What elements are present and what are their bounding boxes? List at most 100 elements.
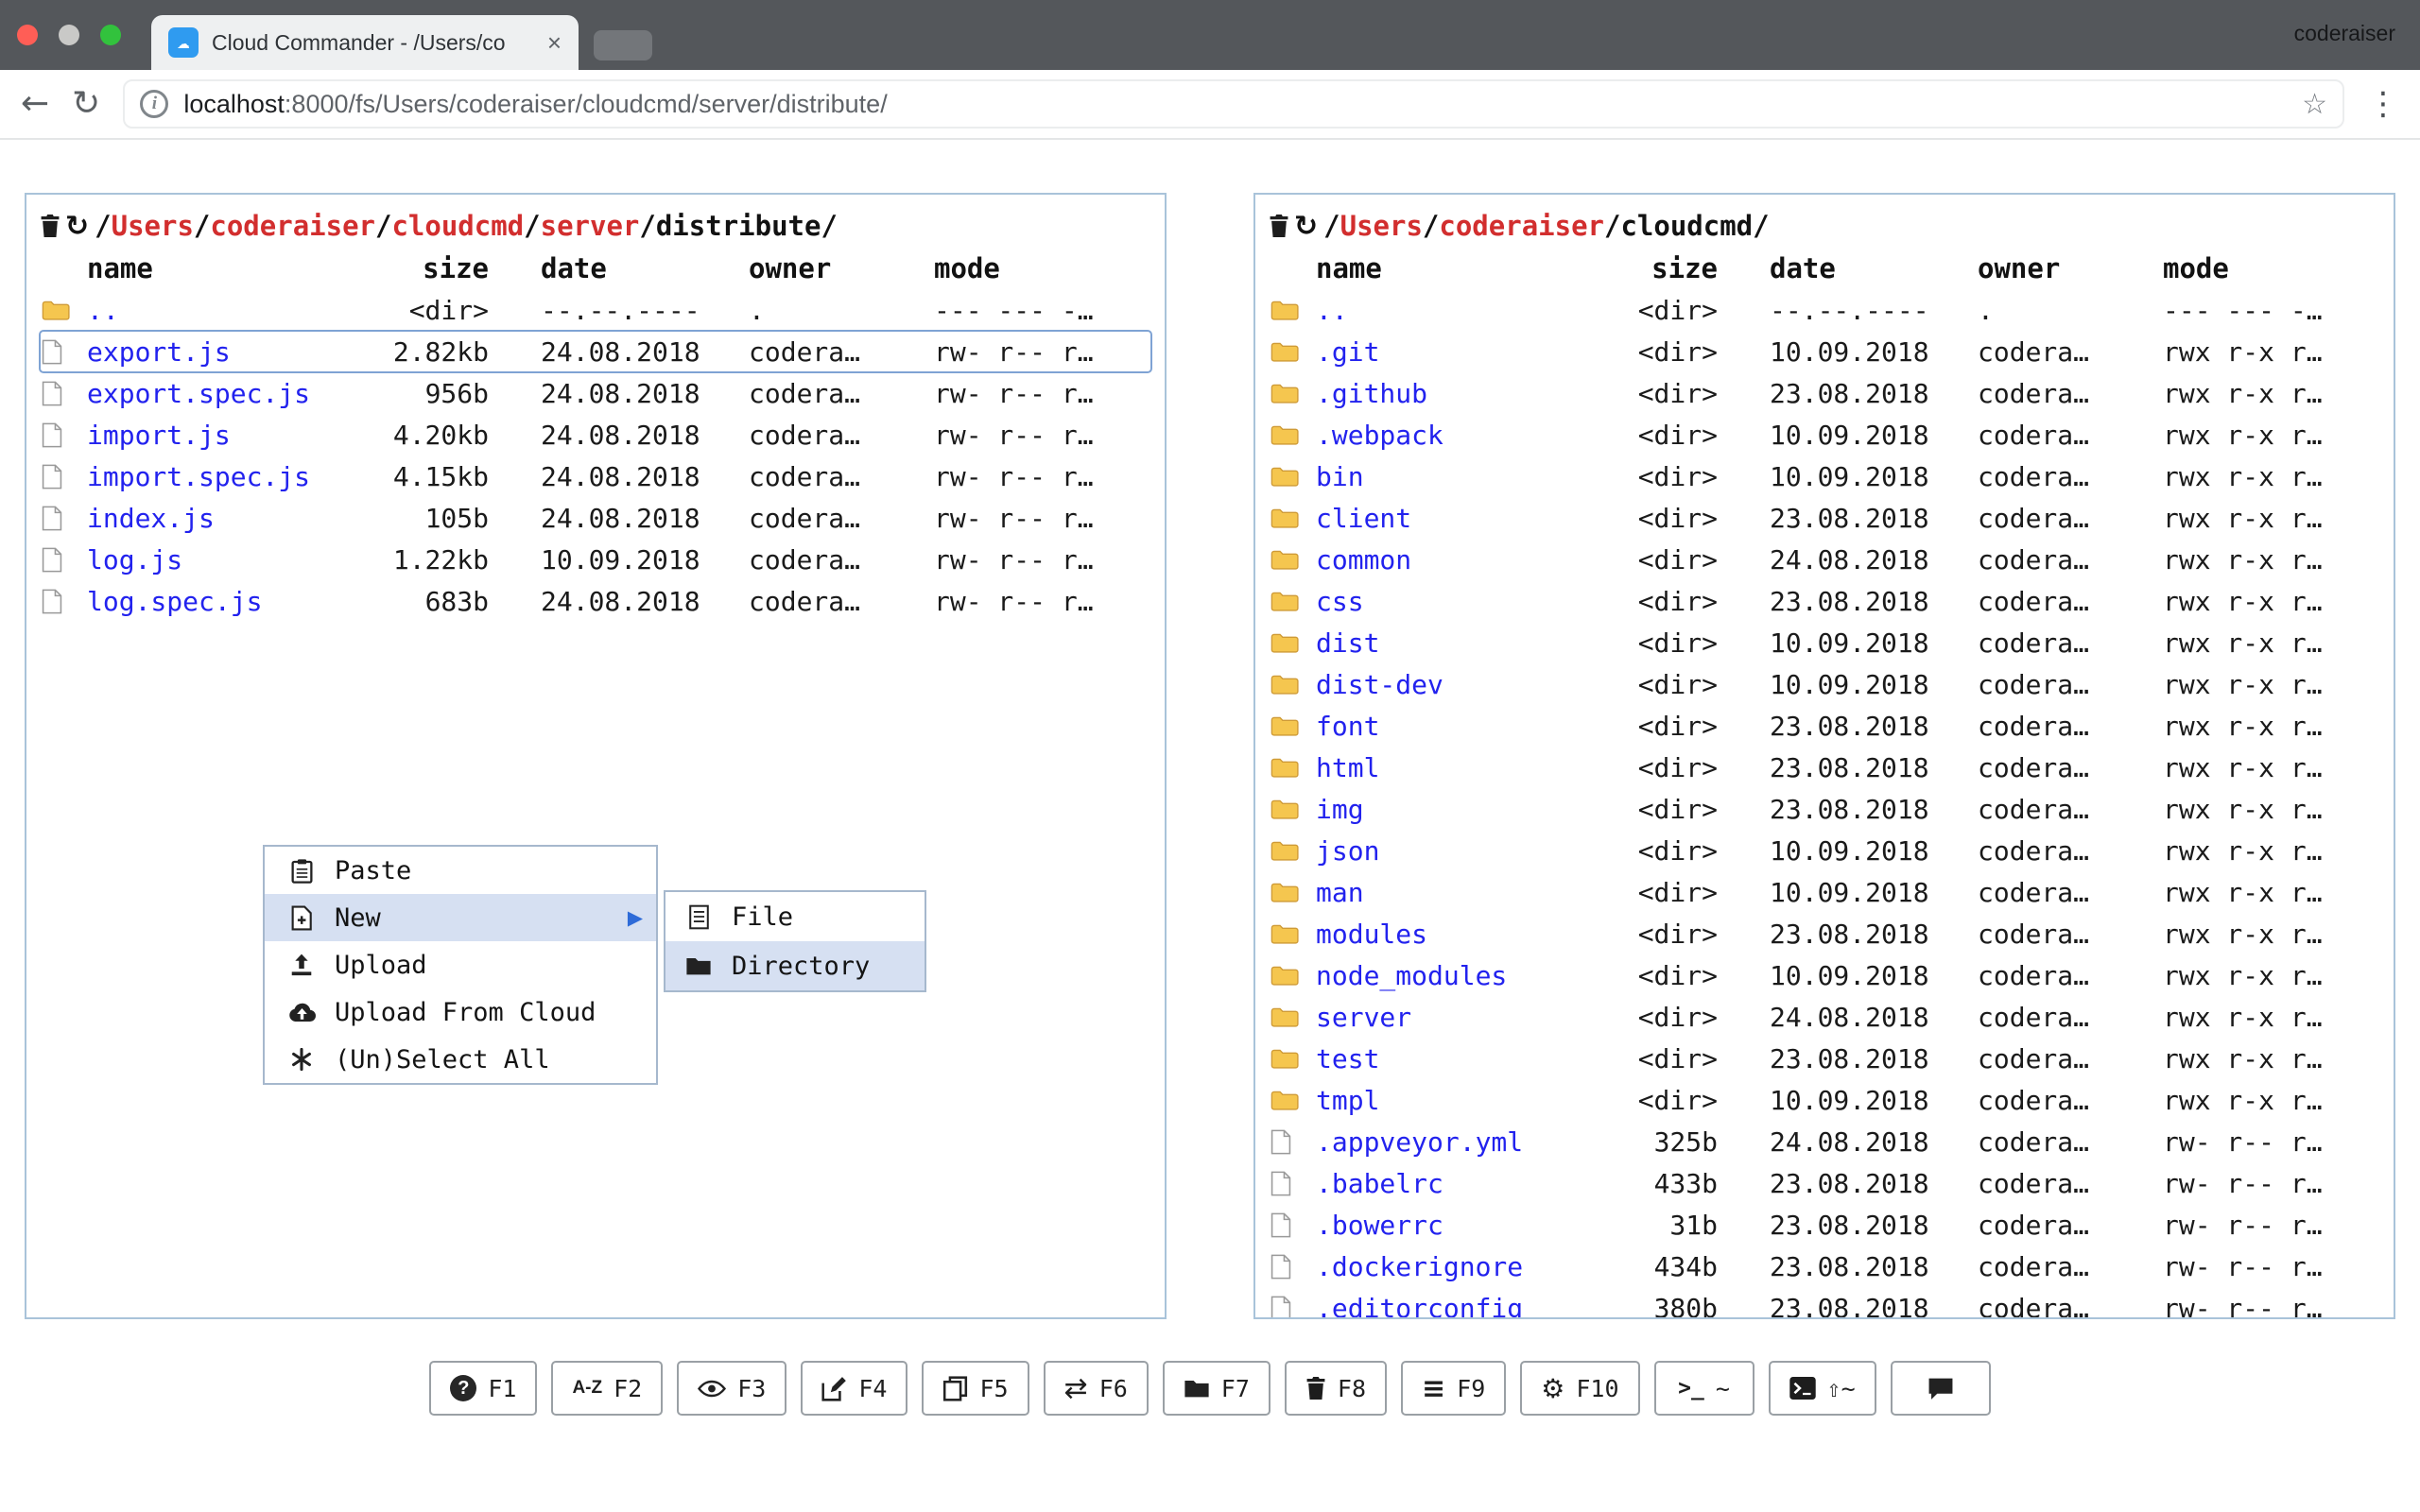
menu-item-upload[interactable]: Upload	[265, 941, 656, 988]
info-icon[interactable]: i	[140, 90, 168, 118]
file-row-dist-dev[interactable]: dist-dev<dir>10.09.2018codera…rwx r-x r…	[1269, 663, 2380, 705]
inactive-tab[interactable]	[594, 30, 652, 60]
file-row-tmpl[interactable]: tmpl<dir>10.09.2018codera…rwx r-x r…	[1269, 1079, 2380, 1121]
column-header-size[interactable]: size	[323, 252, 489, 284]
file-row-bowerrc[interactable]: .bowerrc31b23.08.2018codera…rw- r-- r…	[1269, 1204, 2380, 1246]
file-row-log-js[interactable]: log.js1.22kb10.09.2018codera…rw- r-- r…	[40, 539, 1151, 580]
submenu-item-directory[interactable]: Directory	[666, 941, 925, 990]
file-row-github[interactable]: .github<dir>23.08.2018codera…rwx r-x r…	[1269, 372, 2380, 414]
file-row-server[interactable]: server<dir>24.08.2018codera…rwx r-x r…	[1269, 996, 2380, 1038]
file-row-dockerignore[interactable]: .dockerignore434b23.08.2018codera…rw- r-…	[1269, 1246, 2380, 1287]
profile-name[interactable]: coderaiser	[2294, 21, 2395, 46]
column-header-name[interactable]: name	[87, 252, 323, 284]
tab-close-icon[interactable]: ×	[547, 28, 562, 58]
file-row-dist[interactable]: dist<dir>10.09.2018codera…rwx r-x r…	[1269, 622, 2380, 663]
copy-f5-button[interactable]: F5	[922, 1361, 1028, 1416]
file-size: 105b	[323, 503, 489, 534]
column-header-mode[interactable]: mode	[2163, 252, 2380, 284]
file-row-bin[interactable]: bin<dir>10.09.2018codera…rwx r-x r…	[1269, 455, 2380, 497]
terminal-button[interactable]: >_~	[1654, 1361, 1754, 1416]
file-row-babelrc[interactable]: .babelrc433b23.08.2018codera…rw- r-- r…	[1269, 1162, 2380, 1204]
path-segment-link[interactable]: coderaiser	[1439, 210, 1604, 242]
edit-pencil-icon	[821, 1376, 847, 1401]
active-tab[interactable]: ☁ Cloud Commander - /Users/co ×	[151, 15, 579, 70]
window-close-button[interactable]	[17, 25, 38, 45]
file-row-common[interactable]: common<dir>24.08.2018codera…rwx r-x r…	[1269, 539, 2380, 580]
address-bar[interactable]: i localhost:8000/fs/Users/coderaiser/clo…	[123, 79, 2344, 129]
file-row-index-js[interactable]: index.js105b24.08.2018codera…rw- r-- r…	[40, 497, 1151, 539]
breadcrumb-left: ↻ /Users/coderaiser/cloudcmd/server/dist…	[40, 204, 1151, 248]
menu-item-upload-from-cloud[interactable]: Upload From Cloud	[265, 988, 656, 1036]
delete-f8-button[interactable]: F8	[1285, 1361, 1387, 1416]
file-row-export-spec-js[interactable]: export.spec.js956b24.08.2018codera…rw- r…	[40, 372, 1151, 414]
refresh-icon[interactable]: ↻	[65, 210, 89, 243]
file-row-html[interactable]: html<dir>23.08.2018codera…rwx r-x r…	[1269, 747, 2380, 788]
file-row-git[interactable]: .git<dir>10.09.2018codera…rwx r-x r…	[1269, 331, 2380, 372]
file-row-test[interactable]: test<dir>23.08.2018codera…rwx r-x r…	[1269, 1038, 2380, 1079]
file-row-json[interactable]: json<dir>10.09.2018codera…rwx r-x r…	[1269, 830, 2380, 871]
browser-menu-icon[interactable]: ⋮	[2367, 85, 2399, 123]
file-date: 10.09.2018	[1770, 461, 1978, 492]
column-header-size[interactable]: size	[1552, 252, 1718, 284]
file-date: 23.08.2018	[1770, 1043, 1978, 1074]
back-icon[interactable]: ←	[21, 87, 49, 121]
file-date: 24.08.2018	[541, 378, 749, 409]
file-date: 24.08.2018	[1770, 1126, 1978, 1158]
file-row-editorconfig[interactable]: .editorconfig380b23.08.2018codera…rw- r-…	[1269, 1287, 2380, 1319]
file-row-node-modules[interactable]: node_modules<dir>10.09.2018codera…rwx r-…	[1269, 954, 2380, 996]
menu-f9-button[interactable]: ≡F9	[1401, 1361, 1506, 1416]
new-dir-f7-button[interactable]: F7	[1163, 1361, 1270, 1416]
button-label: F4	[858, 1375, 887, 1402]
file-size: <dir>	[323, 295, 489, 326]
path-segment-link[interactable]: Users	[1340, 210, 1423, 242]
file-row-export-js[interactable]: export.js2.82kb24.08.2018codera…rw- r-- …	[40, 331, 1151, 372]
submenu-item-file[interactable]: File	[666, 892, 925, 941]
window-zoom-button[interactable]	[100, 25, 121, 45]
column-header-mode[interactable]: mode	[934, 252, 1151, 284]
file-row-up[interactable]: ..<dir>--.--.----.--- --- -…	[1269, 289, 2380, 331]
path-segment-link[interactable]: cloudcmd	[391, 210, 524, 242]
file-row-import-js[interactable]: import.js4.20kb24.08.2018codera…rw- r-- …	[40, 414, 1151, 455]
file-row-webpack[interactable]: .webpack<dir>10.09.2018codera…rwx r-x r…	[1269, 414, 2380, 455]
bookmark-star-icon[interactable]: ☆	[2302, 88, 2327, 121]
file-icon	[40, 422, 62, 448]
file-row-client[interactable]: client<dir>23.08.2018codera…rwx r-x r…	[1269, 497, 2380, 539]
file-row-img[interactable]: img<dir>23.08.2018codera…rwx r-x r…	[1269, 788, 2380, 830]
file-row-import-spec-js[interactable]: import.spec.js4.15kb24.08.2018codera…rw-…	[40, 455, 1151, 497]
file-row-up[interactable]: ..<dir>--.--.----.--- --- -…	[40, 289, 1151, 331]
file-name: node_modules	[1316, 960, 1552, 991]
file-row-appveyor-yml[interactable]: .appveyor.yml325b24.08.2018codera…rw- r-…	[1269, 1121, 2380, 1162]
file-size: <dir>	[1552, 1002, 1718, 1033]
reload-icon[interactable]: ↻	[72, 87, 100, 121]
file-name: server	[1316, 1002, 1552, 1033]
move-f6-button[interactable]: ⇄F6	[1044, 1361, 1149, 1416]
config-f10-button[interactable]: ⚙F10	[1520, 1361, 1639, 1416]
path-segment-link[interactable]: Users	[112, 210, 194, 242]
edit-f4-button[interactable]: F4	[801, 1361, 908, 1416]
file-row-modules[interactable]: modules<dir>23.08.2018codera…rwx r-x r…	[1269, 913, 2380, 954]
console-button[interactable]: ⇧~	[1769, 1361, 1876, 1416]
help-f1-button[interactable]: ?F1	[429, 1361, 537, 1416]
trash-icon[interactable]	[1269, 214, 1289, 238]
window-minimize-button[interactable]	[59, 25, 79, 45]
file-row-log-spec-js[interactable]: log.spec.js683b24.08.2018codera…rw- r-- …	[40, 580, 1151, 622]
chat-button[interactable]	[1891, 1361, 1991, 1416]
file-row-man[interactable]: man<dir>10.09.2018codera…rwx r-x r…	[1269, 871, 2380, 913]
menu-item-paste[interactable]: Paste	[265, 847, 656, 894]
column-header-date[interactable]: date	[1770, 252, 1978, 284]
column-header-owner[interactable]: owner	[1978, 252, 2163, 284]
menu-item-new[interactable]: New▶	[265, 894, 656, 941]
file-owner: codera…	[1978, 960, 2163, 991]
refresh-icon[interactable]: ↻	[1294, 210, 1318, 243]
file-row-font[interactable]: font<dir>23.08.2018codera…rwx r-x r…	[1269, 705, 2380, 747]
path-segment-link[interactable]: server	[541, 210, 640, 242]
trash-icon[interactable]	[40, 214, 60, 238]
column-header-date[interactable]: date	[541, 252, 749, 284]
column-header-name[interactable]: name	[1316, 252, 1552, 284]
view-f3-button[interactable]: F3	[677, 1361, 786, 1416]
menu-item-un-select-all[interactable]: (Un)Select All	[265, 1036, 656, 1083]
column-header-owner[interactable]: owner	[749, 252, 934, 284]
rename-f2-button[interactable]: A-ZF2	[551, 1361, 663, 1416]
path-segment-link[interactable]: coderaiser	[210, 210, 375, 242]
file-row-css[interactable]: css<dir>23.08.2018codera…rwx r-x r…	[1269, 580, 2380, 622]
